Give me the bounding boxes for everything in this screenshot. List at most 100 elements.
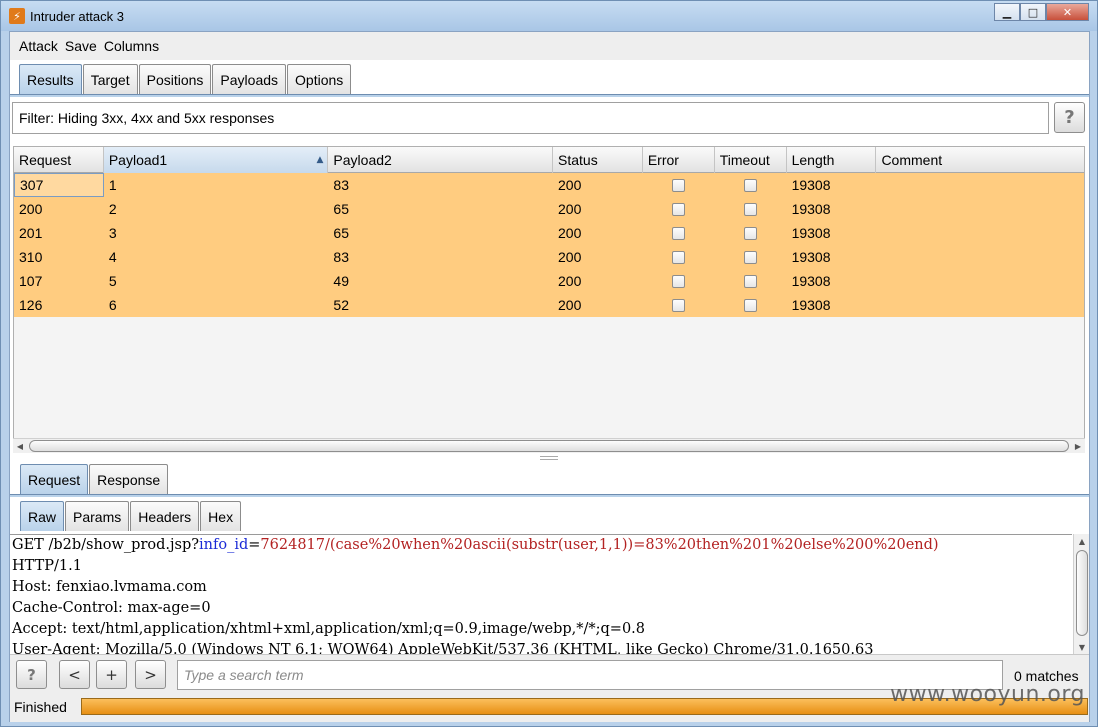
window-title: Intruder attack 3 (30, 8, 124, 24)
timeout-checkbox (744, 178, 758, 192)
watermark: www.wooyun.org (890, 682, 1085, 707)
search-previous-button[interactable]: < (59, 660, 90, 689)
col-length[interactable]: Length (787, 147, 877, 173)
scroll-left-icon[interactable]: ◀ (13, 439, 27, 453)
table-row[interactable]: 107 5 49 200 19308 (14, 269, 1084, 293)
maximize-button[interactable]: □ (1020, 3, 1046, 21)
request-response-tabs: Request Response (20, 464, 169, 494)
search-input[interactable] (177, 660, 1003, 690)
table-row[interactable]: 307 1 83 200 19308 (14, 173, 1084, 197)
request-param-value: 7624817/(case%20when%20ascii(substr(user… (260, 537, 939, 553)
scroll-right-icon[interactable]: ▶ (1071, 439, 1085, 453)
error-checkbox (672, 202, 686, 216)
search-add-button[interactable]: + (96, 660, 127, 689)
tab-positions[interactable]: Positions (138, 64, 212, 94)
menu-columns[interactable]: Columns (104, 38, 159, 54)
tab-raw[interactable]: Raw (20, 501, 65, 531)
window-controls: ▁ □ ✕ (994, 3, 1089, 21)
cell-timeout (715, 173, 787, 197)
title-bar[interactable]: ⚡ Intruder attack 3 ▁ □ ✕ (1, 1, 1097, 31)
cell-error (643, 197, 715, 221)
col-payload2[interactable]: Payload2 (328, 147, 553, 173)
request-param-name: info_id (199, 537, 249, 553)
cell-timeout (715, 245, 787, 269)
menu-attack[interactable]: Attack (19, 38, 58, 54)
request-header-line: Cache-Control: max-age=0 (12, 600, 211, 616)
table-row[interactable]: 310 4 83 200 19308 (14, 245, 1084, 269)
col-status[interactable]: Status (553, 147, 643, 173)
cell-payload1: 4 (108, 249, 117, 265)
tab-hex[interactable]: Hex (200, 501, 242, 531)
intruder-window: ⚡ Intruder attack 3 ▁ □ ✕ Attack Save Co… (0, 0, 1098, 727)
tab-target[interactable]: Target (82, 64, 138, 94)
col-request[interactable]: Request (14, 147, 104, 173)
cell-status: 200 (558, 225, 582, 241)
cell-length: 19308 (791, 273, 831, 289)
tab-request[interactable]: Request (20, 464, 89, 494)
req-tab-divider (10, 494, 1089, 497)
cell-comment (876, 269, 1084, 293)
request-line-prefix: GET /b2b/show_prod.jsp? (12, 537, 200, 553)
filter-help-button[interactable]: ? (1054, 102, 1085, 133)
cell-length: 19308 (791, 297, 831, 313)
cell-request: 201 (19, 225, 43, 241)
cell-error (643, 221, 715, 245)
search-help-button[interactable]: ? (16, 660, 47, 689)
burp-app-icon: ⚡ (9, 8, 25, 24)
status-text: Finished (14, 699, 67, 715)
results-horizontal-scrollbar[interactable]: ◀ ▶ (13, 438, 1085, 453)
cell-length: 19308 (791, 225, 831, 241)
tab-options[interactable]: Options (287, 64, 352, 94)
tab-headers[interactable]: Headers (130, 501, 200, 531)
request-vertical-scrollbar[interactable]: ▲ ▼ (1073, 534, 1089, 654)
cell-payload1: 5 (108, 273, 117, 289)
scroll-up-icon[interactable]: ▲ (1075, 534, 1089, 548)
results-filter[interactable]: Filter: Hiding 3xx, 4xx and 5xx response… (12, 102, 1049, 134)
tab-response[interactable]: Response (89, 464, 169, 494)
error-checkbox (672, 250, 686, 264)
main-tabs: Results Target Positions Payloads Option… (19, 64, 352, 94)
table-row[interactable]: 201 3 65 200 19308 (14, 221, 1084, 245)
cell-comment (876, 173, 1084, 197)
table-row[interactable]: 126 6 52 200 19308 (14, 293, 1084, 317)
table-body: 307 1 83 200 19308 200 2 65 200 19308 201 3 65 200 193… (14, 173, 1084, 317)
menu-bar: Attack Save Columns (10, 32, 1089, 60)
cell-request: 107 (19, 273, 43, 289)
cell-error (643, 293, 715, 317)
cell-comment (876, 221, 1084, 245)
col-error[interactable]: Error (643, 147, 715, 173)
scroll-down-icon[interactable]: ▼ (1075, 640, 1089, 654)
error-checkbox (672, 178, 686, 192)
cell-payload1: 1 (108, 177, 117, 193)
scroll-thumb[interactable] (29, 440, 1069, 452)
col-timeout[interactable]: Timeout (715, 147, 787, 173)
request-param-eq: = (248, 537, 261, 553)
tab-results[interactable]: Results (19, 64, 82, 94)
cell-timeout (715, 221, 787, 245)
minimize-button[interactable]: ▁ (994, 3, 1020, 21)
cell-payload2: 83 (333, 249, 349, 265)
tab-payloads[interactable]: Payloads (212, 64, 287, 94)
cell-length: 19308 (791, 249, 831, 265)
menu-save[interactable]: Save (65, 38, 97, 54)
col-payload1-label: Payload1 (108, 152, 168, 168)
cell-length: 19308 (791, 201, 831, 217)
timeout-checkbox (744, 202, 758, 216)
cell-timeout (715, 197, 787, 221)
pane-splitter-handle[interactable] (540, 456, 558, 460)
request-header-line: Host: fenxiao.lvmama.com (12, 579, 207, 595)
request-scroll-thumb[interactable] (1076, 550, 1088, 636)
cell-comment (876, 197, 1084, 221)
cell-request: 126 (19, 297, 43, 313)
col-payload1[interactable]: Payload1 ▲ (103, 147, 329, 173)
request-line: GET /b2b/show_prod.jsp?info_id=7624817/(… (10, 535, 1072, 556)
cell-payload2: 65 (333, 201, 349, 217)
close-button[interactable]: ✕ (1046, 3, 1089, 21)
tab-params[interactable]: Params (65, 501, 130, 531)
search-next-button[interactable]: > (135, 660, 166, 689)
cell-payload2: 52 (333, 297, 349, 313)
table-row[interactable]: 200 2 65 200 19308 (14, 197, 1084, 221)
error-checkbox (672, 274, 686, 288)
col-comment[interactable]: Comment (876, 147, 1084, 173)
raw-request-editor[interactable]: GET /b2b/show_prod.jsp?info_id=7624817/(… (10, 534, 1072, 654)
